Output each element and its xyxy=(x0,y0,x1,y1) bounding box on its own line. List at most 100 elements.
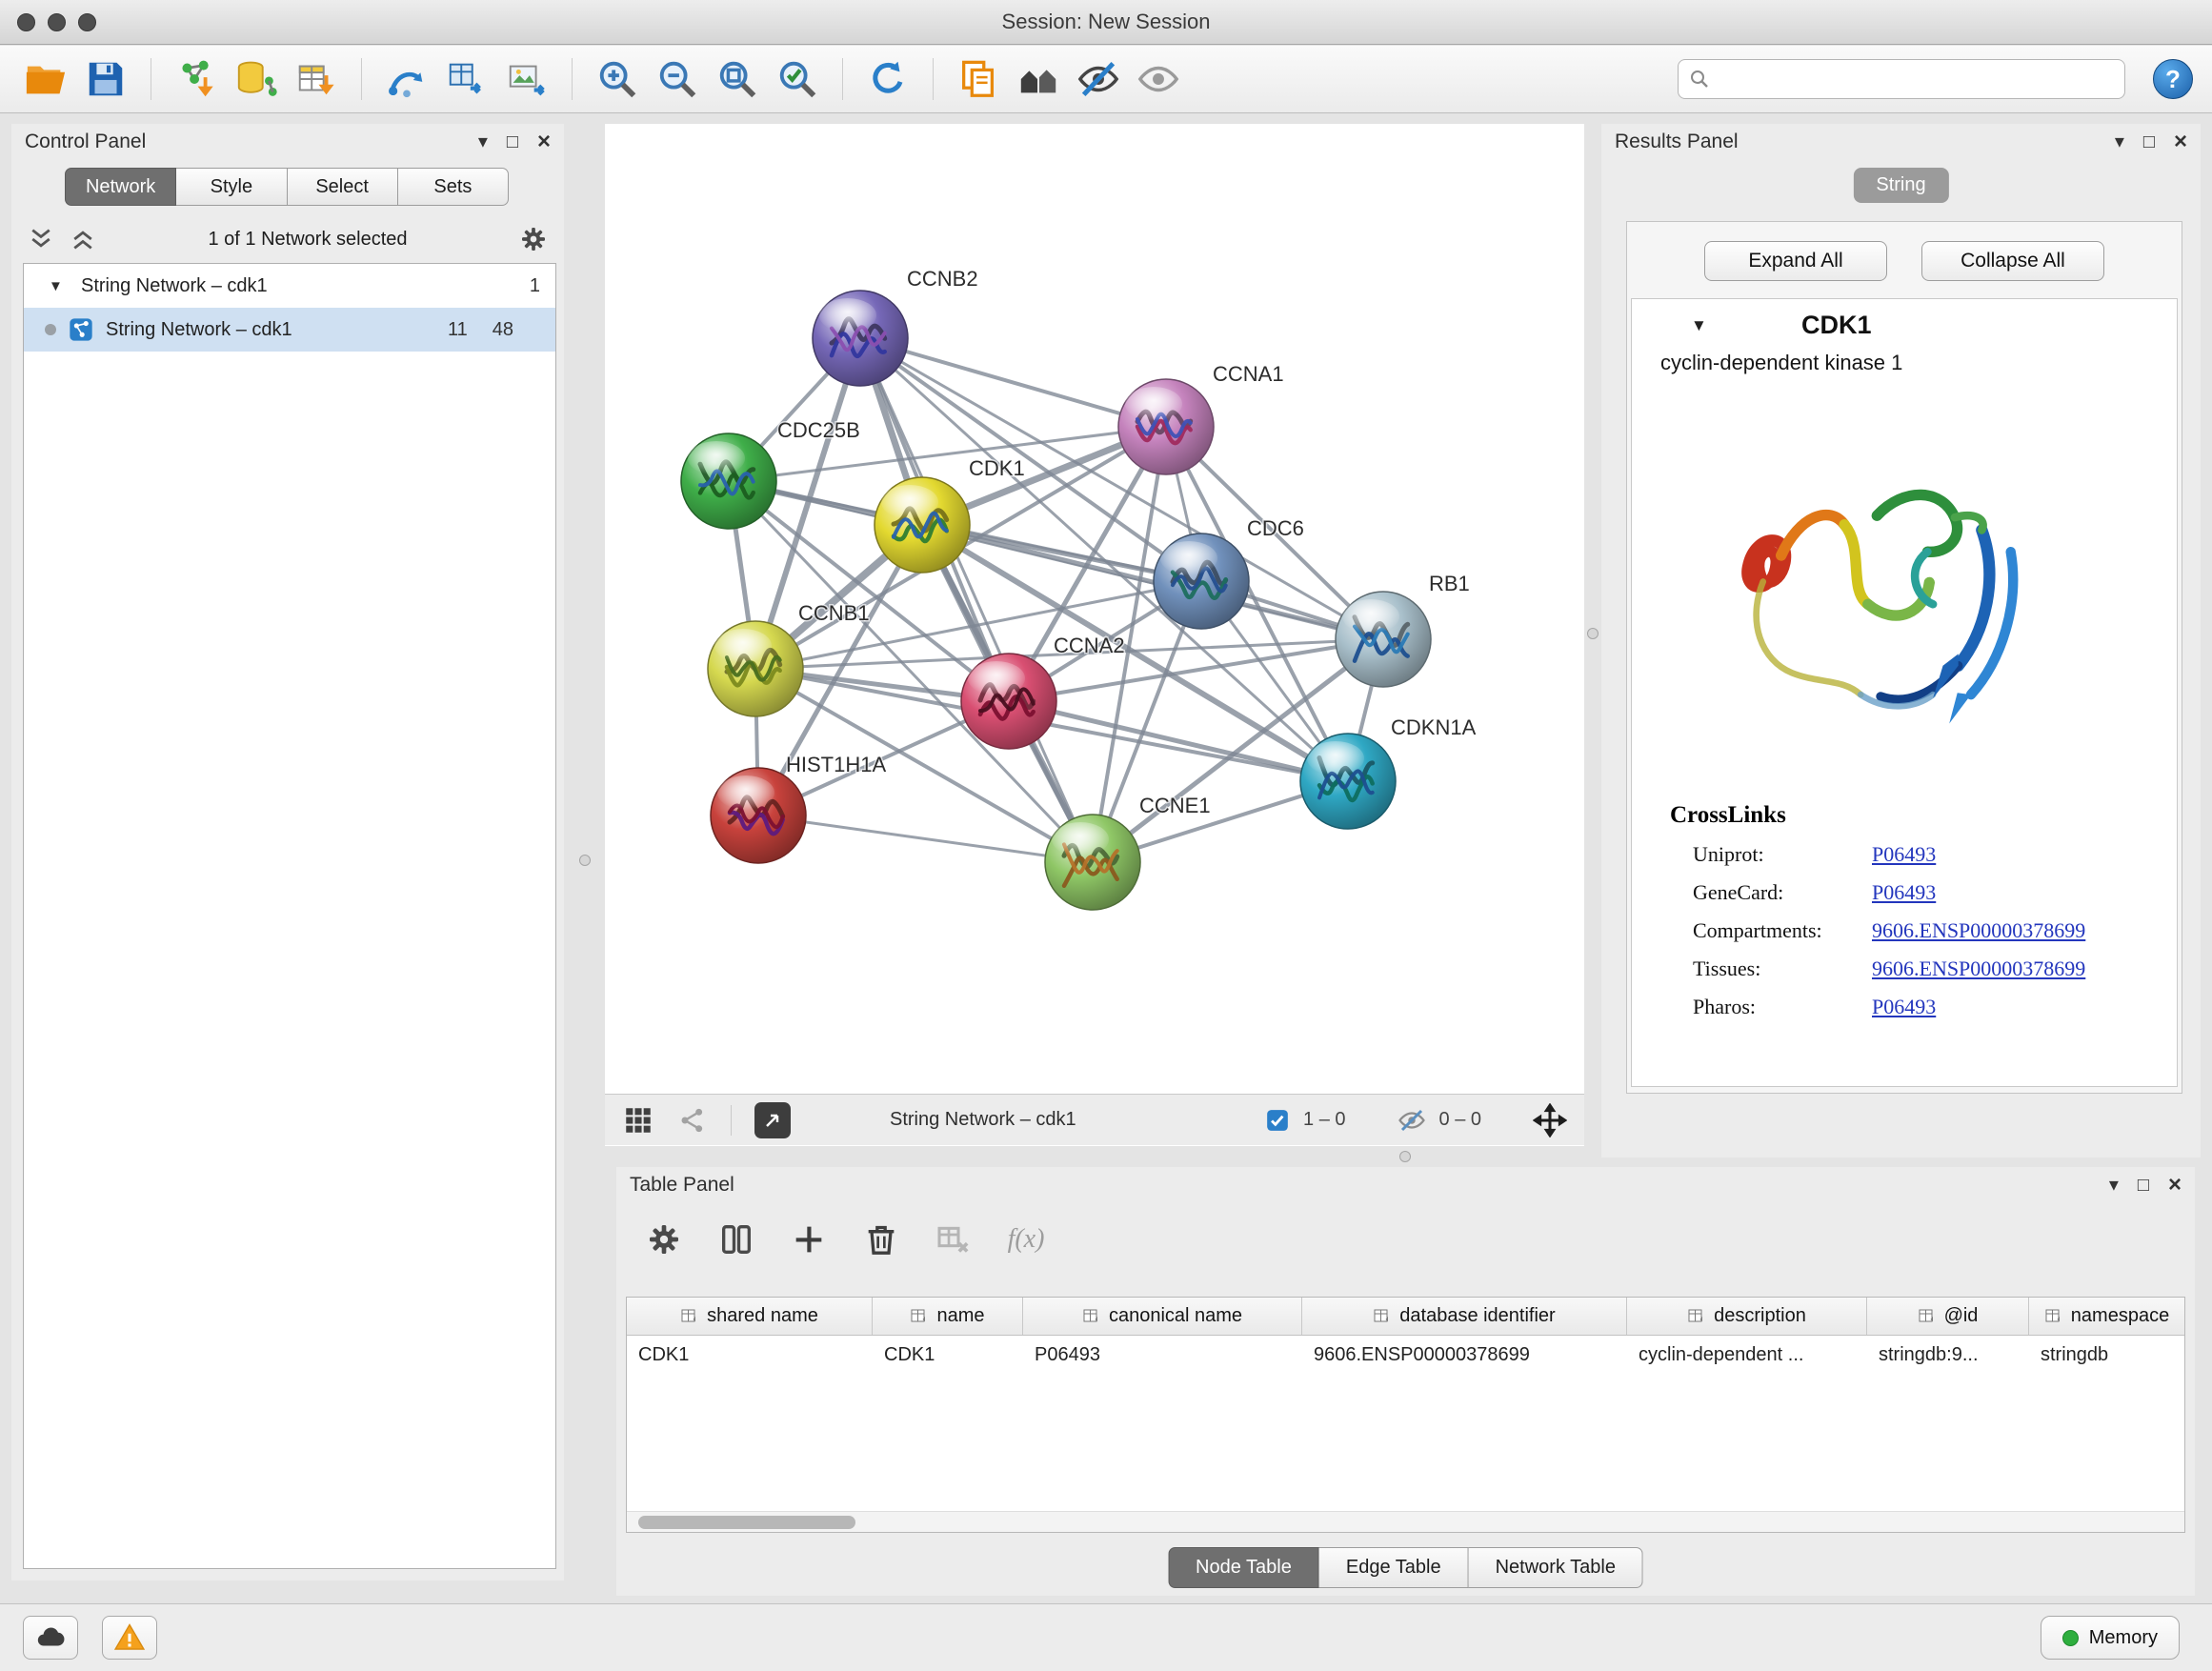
network-edge[interactable] xyxy=(860,338,1093,862)
crosslink-uniprot-link[interactable]: P06493 xyxy=(1872,842,1936,867)
column-header-description[interactable]: description xyxy=(1627,1298,1867,1335)
memory-button[interactable]: Memory xyxy=(2041,1616,2180,1660)
network-canvas[interactable]: CCNB2CCNA1CDC25BCDK1CDC6RB1CCNB1CCNA2CDK… xyxy=(605,124,1584,1094)
refresh-layout-icon[interactable] xyxy=(861,52,915,106)
network-node-CDC25B[interactable] xyxy=(681,433,776,529)
import-table-icon[interactable] xyxy=(290,52,343,106)
network-node-CCNB1[interactable] xyxy=(708,621,803,716)
column-header-shared-name[interactable]: shared name xyxy=(627,1298,873,1335)
show-columns-icon[interactable] xyxy=(712,1215,761,1264)
network-collection-row[interactable]: ▼ String Network – cdk1 1 xyxy=(24,264,555,308)
panel-close-icon[interactable]: × xyxy=(2174,131,2187,153)
node-label-CCNA2: CCNA2 xyxy=(1054,634,1125,657)
expand-all-icon[interactable] xyxy=(69,225,97,253)
column-header-namespace[interactable]: namespace xyxy=(2029,1298,2184,1335)
network-row[interactable]: String Network – cdk1 11 48 xyxy=(24,308,555,352)
grid-view-icon[interactable] xyxy=(622,1104,654,1137)
crosslink-genecard-link[interactable]: P06493 xyxy=(1872,880,1936,905)
network-edge[interactable] xyxy=(758,815,1093,862)
network-node-CCNB2[interactable] xyxy=(813,291,908,386)
open-session-icon[interactable] xyxy=(19,52,72,106)
annotation-mode-button[interactable] xyxy=(754,1102,791,1138)
warnings-button[interactable] xyxy=(102,1616,157,1660)
search-input[interactable] xyxy=(1719,69,2115,91)
panel-float-icon[interactable]: □ xyxy=(2143,132,2155,151)
zoom-out-icon[interactable] xyxy=(651,52,704,106)
import-network-file-icon[interactable] xyxy=(170,52,223,106)
crosslink-tissues-link[interactable]: 9606.ENSP00000378699 xyxy=(1872,956,2085,981)
tab-network-table[interactable]: Network Table xyxy=(1469,1547,1643,1588)
expander-icon[interactable]: ▼ xyxy=(49,278,70,294)
zoom-in-icon[interactable] xyxy=(591,52,644,106)
zoom-fit-icon[interactable] xyxy=(711,52,764,106)
cloud-button[interactable] xyxy=(23,1616,78,1660)
panel-close-icon[interactable]: × xyxy=(537,131,551,153)
network-node-RB1[interactable] xyxy=(1336,592,1431,687)
network-node-CDC6[interactable] xyxy=(1154,534,1249,629)
hidden-eye-slash-icon[interactable] xyxy=(1398,1106,1426,1135)
network-table-icon[interactable] xyxy=(440,52,493,106)
tab-network[interactable]: Network xyxy=(65,168,176,206)
panel-float-icon[interactable]: □ xyxy=(507,132,518,151)
minimize-window-button[interactable] xyxy=(48,13,66,31)
network-from-selection-icon[interactable] xyxy=(380,52,433,106)
collapse-all-button[interactable]: Collapse All xyxy=(1921,241,2104,281)
birds-eye-icon[interactable] xyxy=(677,1105,708,1136)
scrollbar-thumb[interactable] xyxy=(638,1516,855,1529)
tab-style[interactable]: Style xyxy=(176,168,287,206)
panel-close-icon[interactable]: × xyxy=(2168,1174,2182,1197)
zoom-window-button[interactable] xyxy=(78,13,96,31)
panel-float-icon[interactable]: □ xyxy=(2138,1176,2149,1195)
panel-collapse-icon[interactable]: ▾ xyxy=(2109,1176,2119,1195)
tab-edge-table[interactable]: Edge Table xyxy=(1319,1547,1469,1588)
zoom-selected-icon[interactable] xyxy=(771,52,824,106)
import-network-database-icon[interactable] xyxy=(230,52,283,106)
panel-collapse-icon[interactable]: ▾ xyxy=(478,132,488,151)
hide-selected-icon[interactable] xyxy=(1072,52,1125,106)
memory-label: Memory xyxy=(2089,1627,2158,1649)
right-splitter-handle[interactable] xyxy=(1587,628,1599,639)
first-neighbors-icon[interactable] xyxy=(1012,52,1065,106)
horizontal-scrollbar[interactable] xyxy=(627,1511,2184,1532)
column-header-canonical-name[interactable]: canonical name xyxy=(1023,1298,1302,1335)
results-panel: Results Panel ▾ □ × String Expand All Co… xyxy=(1601,124,2201,1158)
tab-sets[interactable]: Sets xyxy=(398,168,509,206)
network-options-gear-icon[interactable] xyxy=(518,224,549,254)
panel-collapse-icon[interactable]: ▾ xyxy=(2115,132,2124,151)
left-splitter-handle[interactable] xyxy=(579,855,591,866)
table-row[interactable]: CDK1 CDK1 P06493 9606.ENSP00000378699 cy… xyxy=(627,1336,2184,1378)
selected-checkbox-icon[interactable] xyxy=(1265,1108,1290,1133)
column-header-database-identifier[interactable]: database identifier xyxy=(1302,1298,1627,1335)
copy-documents-icon[interactable] xyxy=(952,52,1005,106)
export-image-icon[interactable] xyxy=(500,52,553,106)
close-window-button[interactable] xyxy=(17,13,35,31)
column-sort-icon xyxy=(1687,1307,1706,1326)
network-node-HIST1H1A[interactable] xyxy=(711,768,806,863)
bottom-splitter-handle[interactable] xyxy=(1399,1151,1411,1162)
search-box[interactable] xyxy=(1678,59,2125,99)
collapse-all-icon[interactable] xyxy=(27,225,55,253)
save-session-icon[interactable] xyxy=(79,52,132,106)
column-header-name[interactable]: name xyxy=(873,1298,1023,1335)
help-button[interactable]: ? xyxy=(2153,59,2193,99)
tab-string[interactable]: String xyxy=(1853,168,1948,203)
tab-select[interactable]: Select xyxy=(288,168,398,206)
network-node-CCNA2[interactable] xyxy=(961,654,1056,749)
crosslink-pharos-link[interactable]: P06493 xyxy=(1872,995,1936,1019)
tab-node-table[interactable]: Node Table xyxy=(1168,1547,1319,1588)
add-column-icon[interactable] xyxy=(784,1215,834,1264)
node-label-CDC6: CDC6 xyxy=(1247,516,1304,540)
network-node-CDKN1A[interactable] xyxy=(1300,734,1396,829)
column-header-id[interactable]: @id xyxy=(1867,1298,2029,1335)
crosslink-compartments-link[interactable]: 9606.ENSP00000378699 xyxy=(1872,918,2085,943)
table-panel-title: Table Panel xyxy=(630,1174,734,1197)
pan-crosshair-icon[interactable] xyxy=(1533,1103,1567,1137)
gene-expander-icon[interactable]: ▼ xyxy=(1691,316,1707,335)
delete-column-icon[interactable] xyxy=(856,1215,906,1264)
network-node-CCNA1[interactable] xyxy=(1118,379,1214,474)
expand-all-button[interactable]: Expand All xyxy=(1704,241,1887,281)
network-node-CDK1[interactable] xyxy=(875,477,970,573)
network-node-CCNE1[interactable] xyxy=(1045,815,1140,910)
table-options-gear-icon[interactable] xyxy=(639,1215,689,1264)
show-all-icon[interactable] xyxy=(1132,52,1185,106)
